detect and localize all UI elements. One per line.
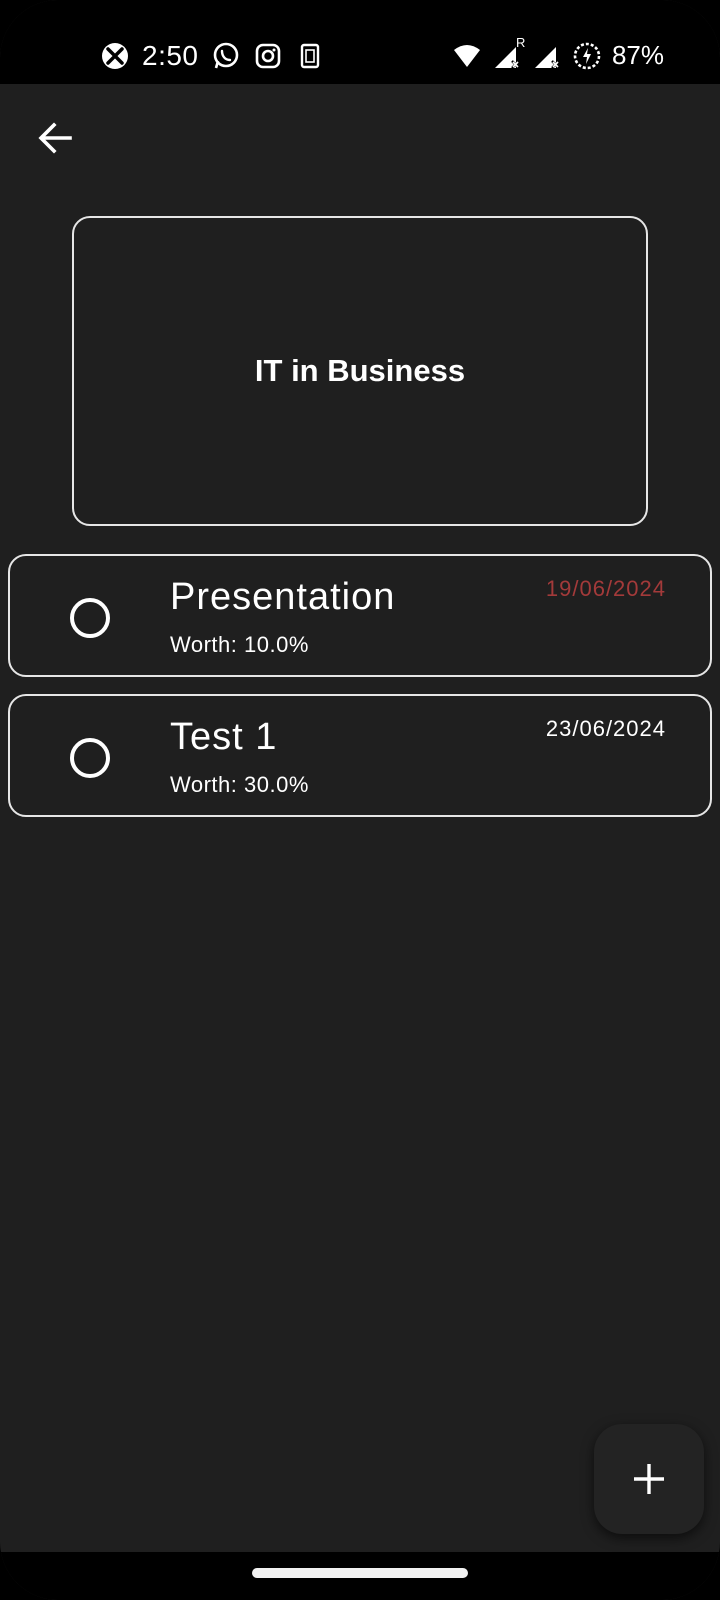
back-button[interactable] bbox=[28, 110, 84, 166]
status-right: R 87% bbox=[452, 35, 664, 71]
course-title: IT in Business bbox=[254, 353, 466, 388]
xbox-icon bbox=[100, 41, 130, 71]
assessment-item-test-1[interactable]: Test 1 Worth: 30.0% 23/06/2024 bbox=[8, 694, 712, 817]
assessment-due-date: 19/06/2024 bbox=[545, 576, 666, 601]
status-bar: 2:50 R 87% bbox=[0, 0, 720, 84]
roaming-label: R bbox=[515, 34, 526, 50]
assessment-name: Presentation bbox=[170, 576, 396, 618]
course-card[interactable]: IT in Business bbox=[72, 216, 648, 526]
arrow-left-icon bbox=[38, 122, 72, 154]
assessment-worth: Worth: 30.0% bbox=[170, 772, 309, 797]
wifi-icon bbox=[452, 41, 482, 71]
signal-icon bbox=[532, 41, 562, 71]
home-gesture-handle[interactable] bbox=[252, 1568, 468, 1578]
completion-radio[interactable] bbox=[70, 598, 110, 638]
plus-icon bbox=[634, 1464, 664, 1494]
whatsapp-icon bbox=[211, 41, 241, 71]
assessment-name: Test 1 bbox=[170, 716, 278, 758]
assessment-worth: Worth: 10.0% bbox=[170, 632, 309, 657]
battery-saver-icon bbox=[572, 41, 602, 71]
sim-icon bbox=[295, 41, 325, 71]
signal-roaming-icon: R bbox=[492, 35, 525, 71]
navigation-bar bbox=[0, 1552, 720, 1600]
phone-screen: 2:50 R 87% IT in Business Presentation W… bbox=[0, 0, 720, 1600]
battery-percent: 87% bbox=[611, 40, 664, 70]
assessment-due-date: 23/06/2024 bbox=[545, 716, 666, 741]
instagram-icon bbox=[253, 41, 283, 71]
completion-radio[interactable] bbox=[70, 738, 110, 778]
add-assessment-button[interactable] bbox=[594, 1424, 704, 1534]
status-left: 2:50 bbox=[100, 40, 325, 72]
status-time: 2:50 bbox=[142, 40, 199, 71]
assessment-item-presentation[interactable]: Presentation Worth: 10.0% 19/06/2024 bbox=[8, 554, 712, 677]
